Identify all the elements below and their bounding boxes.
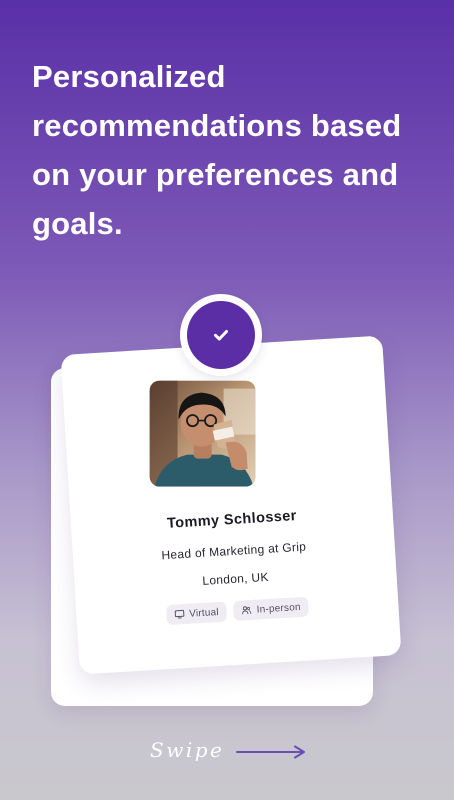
swipe-label[interactable]: Swipe	[150, 738, 224, 762]
tag-in-person: In-person	[233, 596, 310, 622]
monitor-icon	[174, 609, 185, 619]
profile-name: Tommy Schlosser	[166, 508, 298, 532]
profile-card[interactable]: Tommy Schlosser Head of Marketing at Gri…	[60, 335, 402, 675]
checkmark-icon	[214, 330, 228, 341]
tag-label: In-person	[256, 601, 302, 616]
match-badge	[180, 294, 262, 376]
people-icon	[242, 606, 252, 615]
arrow-right-icon[interactable]	[236, 743, 308, 761]
tag-label: Virtual	[188, 606, 220, 620]
profile-location: London, UK	[201, 569, 270, 588]
meeting-type-tags: Virtual In-person	[76, 591, 399, 631]
tag-virtual: Virtual	[165, 601, 228, 626]
profile-title: Head of Marketing at Grip	[161, 539, 307, 563]
profile-photo	[149, 380, 256, 487]
onboarding-headline: Personalized recommendations based on yo…	[32, 59, 402, 241]
